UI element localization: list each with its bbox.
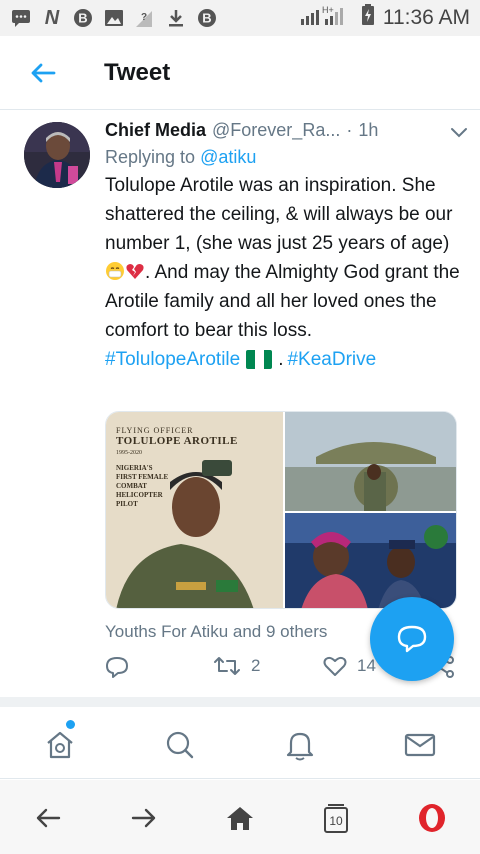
- compose-reply-button[interactable]: [370, 597, 454, 681]
- image-icon: [103, 8, 125, 28]
- poster-caption-4: Helicopter: [116, 491, 163, 499]
- browser-home-button[interactable]: [222, 800, 258, 836]
- tweet-time: 1h: [358, 120, 379, 140]
- home-icon: [227, 807, 253, 830]
- heart-icon: [323, 656, 347, 676]
- message-icon: [10, 8, 32, 28]
- arrow-right-icon: [131, 808, 156, 828]
- author-handle[interactable]: @Forever_Ra...: [212, 120, 340, 141]
- arrow-left-icon: [31, 63, 56, 82]
- avatar[interactable]: [24, 122, 90, 188]
- b-app-icon-2: B: [196, 8, 218, 28]
- browser-forward-button[interactable]: [126, 800, 162, 836]
- like-count: 14: [357, 656, 376, 675]
- replying-to: Replying to @atiku: [105, 147, 460, 168]
- liked-by-text[interactable]: Youths For Atiku and 9 others: [105, 622, 327, 642]
- poster-caption-5: Pilot: [116, 500, 138, 508]
- retweet-count: 2: [251, 656, 261, 675]
- battery-icon: [361, 4, 375, 32]
- tweet-menu-button[interactable]: [450, 126, 468, 144]
- retweet-button[interactable]: 2: [213, 655, 260, 677]
- browser-back-button[interactable]: [30, 800, 66, 836]
- replying-to-label: Replying to: [105, 147, 196, 167]
- b-app-icon: B: [72, 8, 94, 28]
- signal-icon: H+: [300, 4, 353, 32]
- poster-caption: Nigeria's First Female Combat Helicopter…: [116, 464, 276, 509]
- notification-dot: [66, 720, 75, 729]
- status-bar: N B ? B H+ 11:36 AM: [0, 0, 480, 36]
- media-poster-text: Flying Officer Tolulope Arotile 1995-202…: [116, 426, 276, 509]
- svg-text:?: ?: [141, 12, 147, 23]
- tab-search[interactable]: [160, 725, 200, 765]
- nigeria-flag-icon: [246, 350, 273, 369]
- hashtags: #TolulopeArotile . #KeaDrive: [105, 345, 460, 374]
- hashtag-separator: .: [278, 349, 284, 370]
- tweet-text: Tolulope Arotile was an inspiration. She…: [105, 171, 460, 345]
- tab-messages[interactable]: [400, 725, 440, 765]
- tab-notifications[interactable]: [280, 725, 320, 765]
- chevron-down-icon: [451, 128, 467, 138]
- opera-menu-button[interactable]: [414, 800, 450, 836]
- tweet-text-main: Tolulope Arotile was an inspiration. She…: [105, 175, 453, 254]
- svg-text:B: B: [78, 11, 87, 26]
- tweet: Chief Media @Forever_Ra... · 1h Replying…: [0, 110, 480, 695]
- mention-link[interactable]: @atiku: [200, 147, 256, 167]
- back-button[interactable]: [0, 36, 86, 110]
- poster-line-1: Flying Officer: [116, 426, 194, 435]
- mail-icon: [404, 733, 436, 757]
- reply-icon: [106, 657, 128, 678]
- no-signal-icon: ?: [134, 8, 156, 28]
- tab-home[interactable]: [40, 720, 80, 765]
- arrow-left-icon: [36, 808, 61, 828]
- browser-toolbar: 10: [0, 780, 480, 854]
- bottom-nav: [0, 707, 480, 779]
- poster-caption-1: Nigeria's: [116, 464, 153, 472]
- page-title: Tweet: [104, 58, 171, 86]
- tweet-media[interactable]: Flying Officer Tolulope Arotile 1995-202…: [105, 411, 457, 609]
- reply-button[interactable]: [105, 655, 129, 679]
- chat-bubble-icon: [397, 625, 427, 653]
- retweet-icon: [214, 657, 240, 675]
- divider: [0, 697, 480, 707]
- svg-text:H+: H+: [322, 5, 334, 15]
- like-button[interactable]: 14: [323, 655, 376, 677]
- clock: 11:36 AM: [382, 6, 470, 29]
- home-icon: [47, 731, 73, 759]
- author-name[interactable]: Chief Media: [105, 120, 206, 141]
- tweet-content: Chief Media @Forever_Ra... · 1h Replying…: [105, 120, 467, 374]
- poster-caption-2: First Female: [116, 473, 169, 481]
- browser-tabs-button[interactable]: 10: [318, 800, 354, 836]
- download-icon: [165, 8, 187, 28]
- svg-text:B: B: [202, 11, 211, 26]
- hashtag-link[interactable]: #TolulopeArotile: [105, 345, 240, 374]
- search-icon: [166, 731, 194, 759]
- poster-years: 1995-2020: [116, 450, 142, 456]
- hashtag-link-2[interactable]: #KeaDrive: [287, 345, 376, 374]
- header: Tweet: [0, 36, 480, 110]
- tweet-meta: Chief Media @Forever_Ra... · 1h: [105, 120, 460, 141]
- separator: ·: [346, 120, 353, 140]
- n-app-icon: N: [44, 6, 60, 29]
- tweet-text-rest: . And may the Almighty God grant the Aro…: [105, 262, 460, 341]
- tab-count: 10: [329, 814, 343, 828]
- poster-line-2: Tolulope Arotile: [116, 435, 238, 447]
- broken-heart-emoji-icon: [125, 261, 145, 281]
- bell-icon: [286, 732, 314, 761]
- poster-caption-3: Combat: [116, 482, 147, 490]
- mask-face-emoji-icon: [105, 261, 125, 281]
- opera-logo-icon: [419, 804, 445, 832]
